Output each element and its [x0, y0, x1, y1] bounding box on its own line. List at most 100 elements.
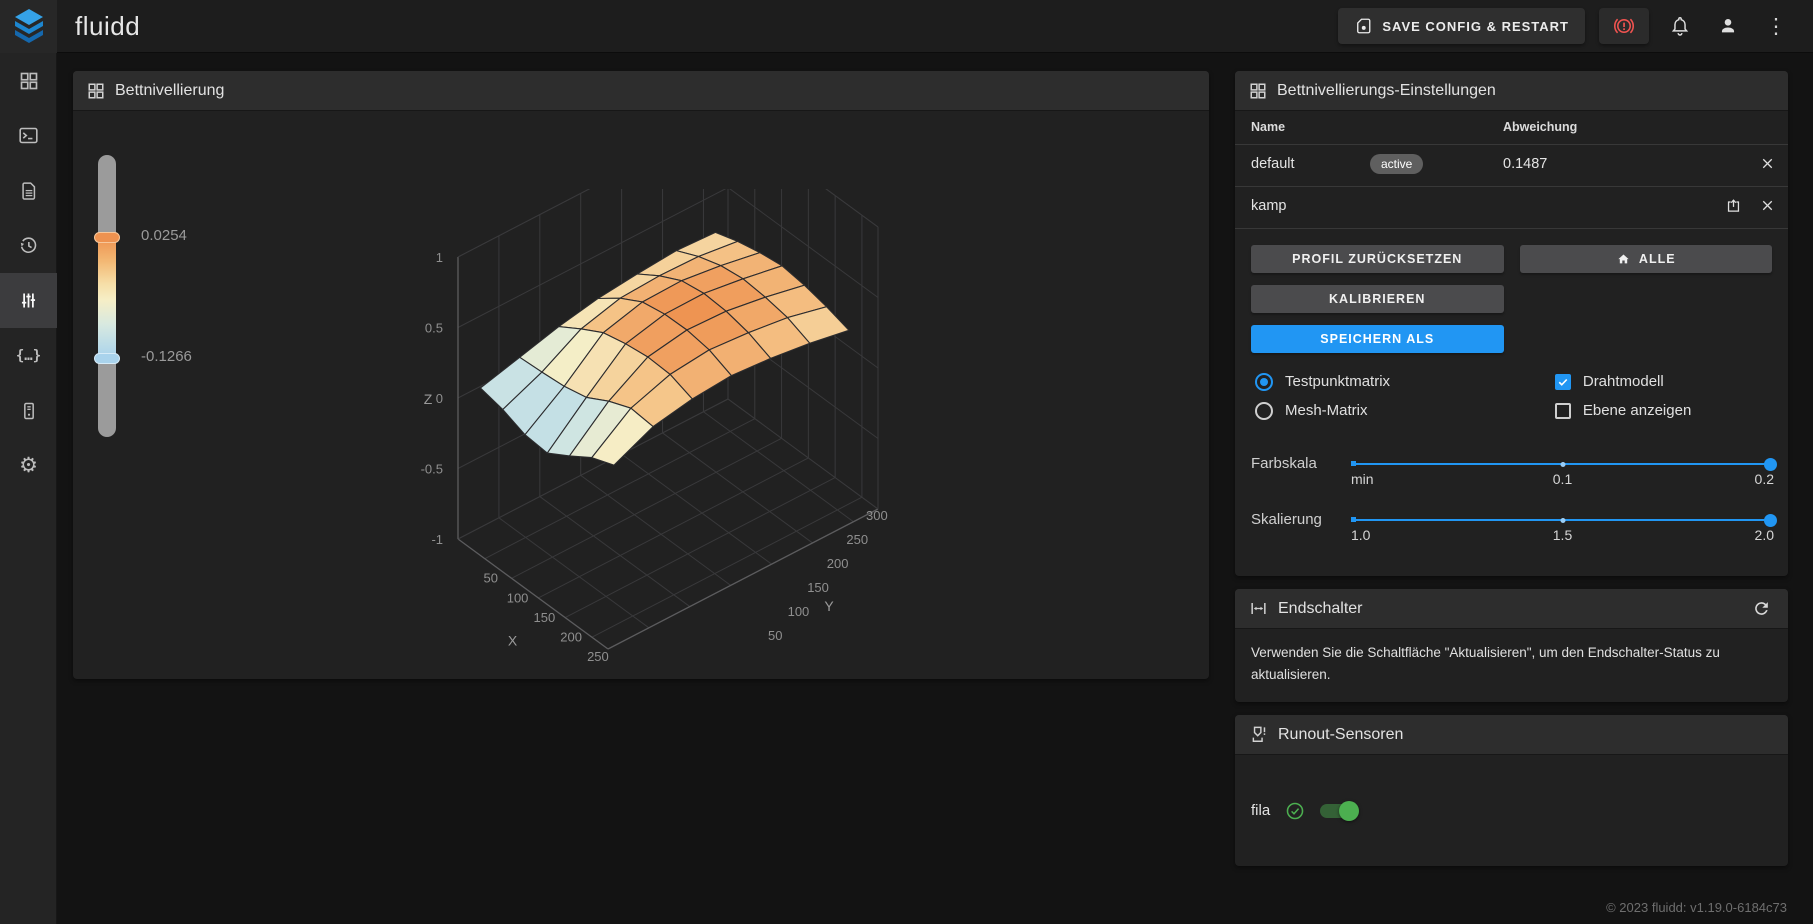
fluidd-logo[interactable] — [0, 0, 57, 53]
slider-label: Farbskala — [1251, 455, 1317, 472]
axis-tick-label: 200 — [560, 630, 582, 645]
radio-mesh-matrix[interactable]: Mesh-Matrix — [1255, 396, 1555, 425]
close-icon — [1762, 158, 1773, 169]
grid-line — [825, 189, 879, 228]
tick-min: min — [1351, 471, 1374, 487]
checkbox-show-flat-plane[interactable]: Ebene anzeigen — [1554, 396, 1772, 425]
slider-thumb[interactable] — [1764, 457, 1777, 471]
home-all-button[interactable]: ALLE — [1519, 245, 1772, 273]
radio-selected-icon — [1255, 372, 1273, 391]
sensor-name: fila — [1251, 802, 1271, 820]
load-profile-button[interactable] — [1725, 197, 1742, 214]
sidebar: {…} ⚙ — [0, 53, 57, 924]
axis-tick-label: 250 — [846, 532, 868, 547]
emergency-stop-icon — [1613, 18, 1635, 34]
app-title: fluidd — [75, 10, 141, 41]
color-range-slider[interactable] — [94, 155, 120, 437]
sidebar-item-dashboard[interactable] — [0, 53, 57, 108]
sidebar-item-macros[interactable]: {…} — [0, 328, 57, 383]
checkbox-unchecked-icon — [1554, 402, 1571, 419]
emergency-stop-button[interactable] — [1599, 8, 1649, 44]
calibrate-button[interactable]: KALIBRIEREN — [1251, 285, 1504, 313]
remove-profile-button[interactable] — [1759, 155, 1776, 172]
topbar-actions: SAVE CONFIG & RESTART ⋮ — [1338, 8, 1813, 44]
slider-label: Skalierung — [1251, 511, 1322, 528]
home-icon — [1618, 254, 1629, 263]
notifications-button[interactable] — [1663, 8, 1697, 44]
sidebar-item-history[interactable] — [0, 218, 57, 273]
grid-line — [591, 496, 863, 638]
checkbox-wireframe[interactable]: Drahtmodell — [1554, 367, 1772, 396]
color-range-gradient — [98, 237, 116, 358]
user-button[interactable] — [1711, 8, 1745, 44]
grid-line — [607, 508, 879, 650]
grid-line — [457, 538, 609, 650]
radio-probed-matrix[interactable]: Testpunktmatrix — [1255, 367, 1555, 396]
status-badge: active — [1370, 154, 1424, 174]
radio-unselected-icon — [1255, 401, 1273, 420]
scale-slider[interactable] — [1351, 513, 1777, 527]
gear-icon: ⚙ — [19, 454, 38, 477]
sd-card-icon — [1357, 18, 1371, 34]
save-config-restart-button[interactable]: SAVE CONFIG & RESTART — [1338, 8, 1585, 44]
axis-tick-label: -0.5 — [421, 462, 443, 477]
checkbox-label: Drahtmodell — [1582, 373, 1664, 390]
reset-profile-button[interactable]: PROFIL ZURÜCKSETZEN — [1251, 245, 1504, 273]
check-icon — [1558, 378, 1568, 386]
console-icon — [19, 127, 38, 144]
axis-tick-label: 150 — [807, 580, 829, 595]
runout-sensor-icon — [1252, 726, 1266, 743]
grid-icon — [88, 83, 104, 98]
axis-tick-label: -1 — [431, 532, 443, 547]
dashboard-icon — [20, 72, 37, 89]
save-as-button[interactable]: SPEICHERN ALS — [1251, 325, 1504, 353]
sidebar-item-tune[interactable] — [0, 273, 57, 328]
profile-name: kamp — [1251, 198, 1287, 214]
sidebar-item-jobs[interactable] — [0, 163, 57, 218]
color-scale-slider-row: Farbskala min 0.1 0.2 — [1235, 455, 1788, 487]
profile-name: default — [1251, 156, 1295, 172]
radio-label: Testpunktmatrix — [1285, 373, 1391, 390]
z-axis-title: Z — [424, 391, 433, 407]
printer-tower-icon — [23, 402, 34, 419]
refresh-endstops-button[interactable] — [1748, 591, 1774, 627]
sidebar-item-settings[interactable]: ⚙ — [0, 438, 57, 493]
axis-tick-label: 300 — [866, 508, 888, 523]
bed-mesh-settings-header: Bettnivellierungs-Einstellungen — [1235, 71, 1788, 111]
remove-profile-button[interactable] — [1759, 197, 1776, 214]
tick-min: 1.0 — [1351, 527, 1371, 543]
sidebar-item-hardware[interactable] — [0, 383, 57, 438]
color-scale-slider[interactable] — [1351, 457, 1777, 471]
history-icon — [20, 237, 37, 253]
refresh-icon — [1754, 602, 1768, 615]
file-document-icon — [21, 181, 35, 200]
checkbox-label: Ebene anzeigen — [1582, 402, 1692, 419]
bed-mesh-panel-header: Bettnivellierung — [73, 71, 1209, 111]
bed-mesh-panel-title: Bettnivellierung — [115, 81, 225, 99]
axis-tick-label: 1 — [436, 250, 443, 265]
endstop-icon — [1251, 602, 1266, 615]
save-as-label: SPEICHERN ALS — [1320, 332, 1435, 346]
calibrate-label: KALIBRIEREN — [1329, 292, 1426, 306]
sensor-enable-toggle[interactable] — [1320, 800, 1360, 821]
grid-line — [538, 457, 809, 599]
axis-tick-label: 150 — [534, 610, 556, 625]
slider-start-marker — [1351, 517, 1356, 522]
endstops-header: Endschalter — [1235, 589, 1788, 629]
color-range-max-handle[interactable] — [94, 232, 120, 243]
color-range-min-handle[interactable] — [94, 353, 120, 364]
person-icon — [1721, 19, 1735, 33]
bed-mesh-3d-plot[interactable]: 50 100 150 200 250 50 100 150 200 250 300 1 0.5 0 -0.5… — [363, 189, 963, 679]
topbar: fluidd SAVE CONFIG & RESTART ⋮ — [0, 0, 1813, 53]
bed-mesh-panel: Bettnivellierung 0.0254 -0.1266 50 100 150… — [73, 71, 1209, 679]
fluidd-logo-icon — [14, 9, 43, 43]
runout-sensors-panel: Runout-Sensoren fila — [1235, 715, 1788, 867]
slider-thumb[interactable] — [1764, 513, 1777, 527]
bell-icon — [1671, 17, 1689, 36]
sidebar-item-console[interactable] — [0, 108, 57, 163]
home-all-label: ALLE — [1638, 252, 1676, 266]
version-footer: © 2023 fluidd: v1.19.0-6184c73 — [1606, 900, 1787, 915]
axis-tick-label: 50 — [484, 571, 498, 586]
toggle-knob — [1339, 800, 1360, 821]
overflow-menu-button[interactable]: ⋮ — [1759, 8, 1793, 44]
